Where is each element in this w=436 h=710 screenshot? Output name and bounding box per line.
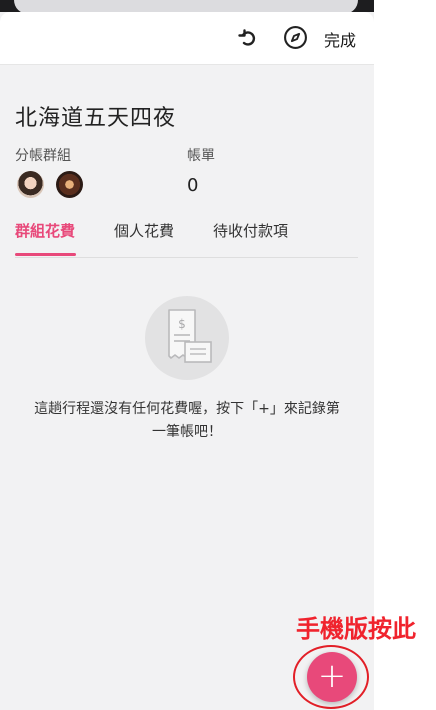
reload-icon[interactable] <box>236 26 260 50</box>
mobile-hint-annotation: 手機版按此 <box>296 615 416 643</box>
avatar[interactable] <box>17 171 44 198</box>
done-button[interactable]: 完成 <box>324 27 356 51</box>
empty-state-line-1: 這趟行程還沒有任何花費喔，按下「+」來記錄第 <box>34 401 340 417</box>
top-toolbar <box>0 12 374 65</box>
compass-icon[interactable] <box>283 25 308 50</box>
add-expense-button[interactable]: + <box>307 652 357 702</box>
tab-group-expenses[interactable]: 群組花費 <box>15 220 75 241</box>
bill-count: 0 <box>187 175 199 196</box>
avatar[interactable] <box>56 171 83 198</box>
svg-text:$: $ <box>178 317 186 331</box>
empty-state-line-2: 一筆帳吧！ <box>152 424 222 440</box>
app-panel: 完成 北海道五天四夜 分帳群組 帳單 0 群組花費 個人花費 待收付款項 $ 這… <box>0 0 374 710</box>
bill-label: 帳單 <box>187 148 215 164</box>
trip-title: 北海道五天四夜 <box>15 106 177 131</box>
tab-personal-expenses[interactable]: 個人花費 <box>114 220 174 241</box>
tab-bar: 群組花費 個人花費 待收付款項 <box>15 220 358 258</box>
plus-icon: + <box>317 656 347 696</box>
empty-state-message: 這趟行程還沒有任何花費喔，按下「+」來記錄第 一筆帳吧！ <box>12 398 362 444</box>
receipt-icon: $ <box>168 309 212 363</box>
group-label: 分帳群組 <box>15 148 71 164</box>
tab-pending-payments[interactable]: 待收付款項 <box>213 220 288 241</box>
active-tab-indicator <box>15 253 76 256</box>
